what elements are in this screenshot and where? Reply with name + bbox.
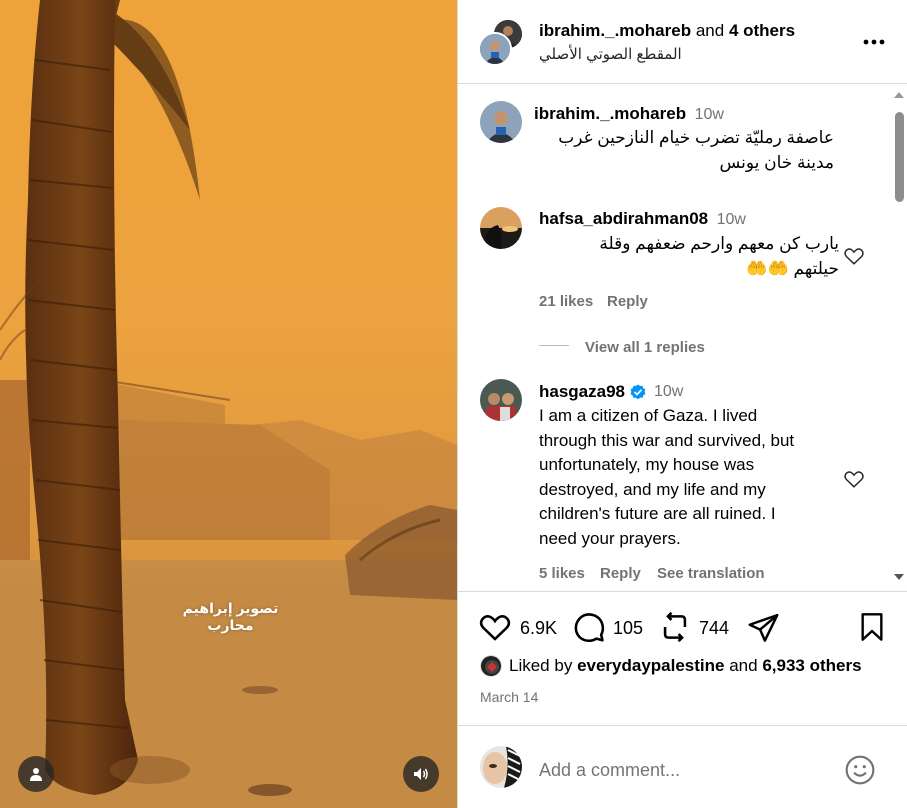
comment-line: destroyed, and my life and my (539, 479, 766, 499)
liked-by-user[interactable]: everydaypalestine (577, 656, 724, 675)
save-bookmark-icon[interactable] (856, 611, 888, 643)
comment-line: need your prayers. (539, 528, 681, 548)
comment-reply-button[interactable]: Reply (600, 565, 641, 582)
authors-others[interactable]: 4 others (729, 21, 795, 40)
post-header: ibrahim._.mohareb and 4 others المقطع ال… (458, 0, 907, 84)
caption-header: ibrahim._.mohareb 10w (534, 104, 724, 124)
emoji-picker-icon[interactable] (844, 754, 876, 786)
comment-avatar[interactable] (480, 207, 522, 249)
repost-icon[interactable] (658, 610, 692, 644)
scroll-up-arrow-icon (894, 92, 904, 98)
caption-text: عاصفة رمليّة تضرب خيام النازحين غرب مدين… (534, 126, 834, 175)
post-authors: ibrahim._.mohareb and 4 others (539, 21, 795, 41)
likes-count[interactable]: 6.9K (520, 618, 557, 639)
comment-line: through this war and survived, but (539, 430, 795, 450)
verified-badge-icon (630, 384, 646, 400)
comments-count[interactable]: 105 (613, 618, 643, 639)
author-username[interactable]: ibrahim._.mohareb (539, 21, 691, 40)
comment-username[interactable]: hasgaza98 (539, 382, 625, 402)
comment-text: يارب كن معهم وارحم ضعفهم وقلة حيلتهم 🤲🤲 (539, 232, 839, 281)
liked-by-and: and (729, 656, 758, 675)
current-user-avatar (480, 746, 522, 788)
caption-line-1: عاصفة رمليّة تضرب خيام النازحين غرب (558, 128, 834, 147)
liked-by-prefix: Liked by (509, 656, 573, 675)
comments-scrollbar[interactable] (892, 86, 906, 586)
post-date[interactable]: March 14 (480, 689, 538, 705)
see-translation-button[interactable]: See translation (657, 565, 765, 582)
comment-line-1: يارب كن معهم وارحم ضعفهم وقلة (599, 234, 839, 253)
liked-by-text: Liked by everydaypalestine and 6,933 oth… (509, 656, 862, 676)
sandstorm-scene-image (0, 0, 457, 808)
comment-username[interactable]: hafsa_abdirahman08 (539, 209, 708, 228)
post-details-panel: ibrahim._.mohareb and 4 others المقطع ال… (458, 0, 907, 808)
share-send-icon[interactable] (747, 611, 780, 644)
reposts-count[interactable]: 744 (699, 618, 729, 639)
authors-and: and (695, 21, 725, 40)
reel-video[interactable]: تصوير إبراهيم محارب (0, 0, 457, 808)
caption-time[interactable]: 10w (695, 106, 724, 123)
tagged-users-button[interactable] (18, 756, 54, 792)
view-replies-button[interactable]: View all 1 replies (585, 339, 705, 356)
comment-bubble-icon[interactable] (572, 610, 606, 644)
liked-by-others[interactable]: 6,933 others (762, 656, 861, 675)
more-options-icon[interactable] (860, 30, 888, 54)
comment-like-heart-icon[interactable] (843, 245, 865, 267)
caption-line-2: مدينة خان يونس (719, 152, 834, 172)
video-watermark-text: تصوير إبراهيم محارب (182, 600, 279, 633)
scroll-thumb (895, 112, 904, 202)
replies-line (539, 345, 569, 346)
user-icon (30, 768, 42, 781)
comment-time[interactable]: 10w (717, 211, 746, 228)
caption-avatar[interactable] (480, 101, 522, 143)
audio-toggle-button[interactable] (403, 756, 439, 792)
comment-line: children's future are all ruined. I (539, 504, 776, 523)
comment-header: hafsa_abdirahman08 10w (539, 209, 746, 229)
actions-divider (458, 591, 907, 592)
comment-likes[interactable]: 21 likes (539, 293, 593, 310)
avatar-primary (478, 32, 512, 66)
comment-like-heart-icon[interactable] (843, 468, 865, 490)
comment-header: hasgaza98 10w (539, 382, 683, 402)
comments-list[interactable]: ibrahim._.mohareb 10w عاصفة رمليّة تضرب … (458, 85, 907, 591)
caption-username[interactable]: ibrahim._.mohareb (534, 104, 686, 123)
comment-avatar[interactable] (480, 379, 522, 421)
collab-avatars[interactable] (478, 18, 526, 66)
speaker-icon (414, 768, 428, 780)
scroll-down-arrow-icon (894, 574, 904, 580)
comment-line: I am a citizen of Gaza. I lived (539, 406, 758, 425)
comment-line-2: حيلتهم 🤲🤲 (746, 258, 839, 278)
audio-label[interactable]: المقطع الصوتي الأصلي (539, 45, 682, 63)
comment-likes[interactable]: 5 likes (539, 565, 585, 582)
like-heart-icon[interactable] (478, 610, 512, 644)
add-comment-bar (458, 725, 907, 808)
liker-avatar[interactable] (480, 655, 502, 677)
comment-time[interactable]: 10w (654, 383, 683, 401)
comment-text: I am a citizen of Gaza. I lived through … (539, 404, 839, 551)
comment-reply-button[interactable]: Reply (607, 293, 648, 310)
add-comment-input[interactable] (539, 757, 829, 783)
comment-line: unfortunately, my house was (539, 455, 755, 474)
